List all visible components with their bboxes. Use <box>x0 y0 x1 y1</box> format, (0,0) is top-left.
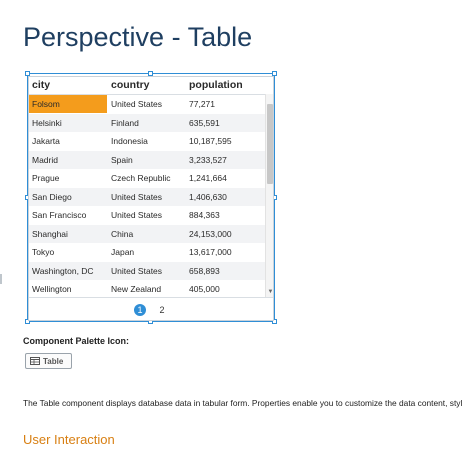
table-cell-country[interactable]: Czech Republic <box>111 169 171 187</box>
table-row[interactable]: Tokyo Japan 13,617,000 <box>29 243 265 261</box>
left-edge-marker <box>0 274 2 284</box>
table-cell-city[interactable]: Shanghai <box>32 225 68 243</box>
table-cell-country[interactable]: United States <box>111 188 162 206</box>
table-cell-population[interactable]: 405,000 <box>189 280 220 298</box>
table-cell-country[interactable]: United States <box>111 206 162 224</box>
page-title: Perspective - Table <box>23 22 253 52</box>
table-cell-city[interactable]: Madrid <box>32 151 58 169</box>
page-button-2[interactable]: 2 <box>156 304 168 316</box>
table-cell-city[interactable]: Washington, DC <box>32 262 94 280</box>
table-pagination: 1 2 <box>29 297 273 320</box>
table-cell-country[interactable]: Japan <box>111 243 134 261</box>
column-header-country[interactable]: country <box>111 77 150 94</box>
scroll-down-arrow-icon[interactable]: ▼ <box>266 289 273 296</box>
table-cell-country[interactable]: New Zealand <box>111 280 161 298</box>
table-cell-country[interactable]: Indonesia <box>111 132 148 150</box>
palette-icon-heading: Component Palette Icon: <box>23 336 130 346</box>
table-cell-city[interactable]: Helsinki <box>32 114 62 132</box>
table-cell-city[interactable]: San Francisco <box>32 206 86 224</box>
table-cell-population[interactable]: 10,187,595 <box>189 132 232 150</box>
scroll-thumb[interactable] <box>267 104 273 184</box>
table-cell-country[interactable]: Spain <box>111 151 133 169</box>
table-row[interactable]: Washington, DC United States 658,893 <box>29 261 265 280</box>
table-header: city country population <box>29 77 265 95</box>
table-row[interactable]: San Diego United States 1,406,630 <box>29 187 265 206</box>
table-cell-population[interactable]: 1,406,630 <box>189 188 227 206</box>
table-cell-population[interactable]: 658,893 <box>189 262 220 280</box>
table-cell-city[interactable]: Folsom <box>29 95 107 113</box>
column-header-city[interactable]: city <box>32 77 50 94</box>
table-row[interactable]: Shanghai China 24,153,000 <box>29 224 265 243</box>
page-button-1[interactable]: 1 <box>134 304 146 316</box>
table-cell-city[interactable]: Prague <box>32 169 59 187</box>
table-row[interactable]: Folsom United States 77,271 <box>29 95 265 113</box>
table-cell-population[interactable]: 24,153,000 <box>189 225 232 243</box>
table-cell-city[interactable]: Tokyo <box>32 243 54 261</box>
table-cell-population[interactable]: 3,233,527 <box>189 151 227 169</box>
table-cell-country[interactable]: United States <box>111 95 162 113</box>
table-cell-city[interactable]: Wellington <box>32 280 72 298</box>
table-palette-chip: Table <box>25 353 72 369</box>
column-header-population[interactable]: population <box>189 77 243 94</box>
description-paragraph: The Table component displays database da… <box>23 398 463 408</box>
table-row[interactable]: Wellington New Zealand 405,000 <box>29 280 265 298</box>
section-heading-user-interaction: User Interaction <box>23 432 115 447</box>
palette-chip-label: Table <box>43 356 64 366</box>
table-cell-population[interactable]: 1,241,664 <box>189 169 227 187</box>
table-row[interactable]: Helsinki Finland 635,591 <box>29 113 265 132</box>
table-row[interactable]: Prague Czech Republic 1,241,664 <box>29 169 265 187</box>
table-cell-country[interactable]: China <box>111 225 133 243</box>
table-cell-population[interactable]: 635,591 <box>189 114 220 132</box>
table-cell-country[interactable]: United States <box>111 262 162 280</box>
table-cell-population[interactable]: 77,271 <box>189 95 215 113</box>
table-cell-population[interactable]: 884,363 <box>189 206 220 224</box>
scroll-up-arrow-icon[interactable] <box>266 95 273 102</box>
table-cell-city[interactable]: San Diego <box>32 188 72 206</box>
table-cell-population[interactable]: 13,617,000 <box>189 243 232 261</box>
table-cell-city[interactable]: Jakarta <box>32 132 60 150</box>
table-row[interactable]: Jakarta Indonesia 10,187,595 <box>29 132 265 150</box>
table-cell-country[interactable]: Finland <box>111 114 139 132</box>
table-row[interactable]: San Francisco United States 884,363 <box>29 206 265 224</box>
table-component[interactable]: city country population Folsom United Sta… <box>28 76 274 321</box>
table-row[interactable]: Madrid Spain 3,233,527 <box>29 150 265 169</box>
table-vertical-scrollbar[interactable]: ▼ <box>265 94 273 297</box>
table-icon <box>30 357 40 365</box>
